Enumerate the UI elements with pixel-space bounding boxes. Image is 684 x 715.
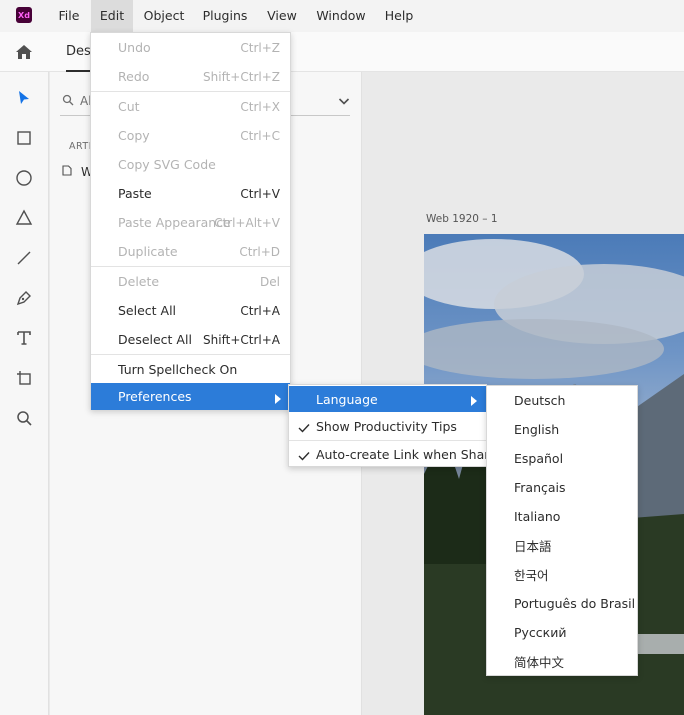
- language-option[interactable]: Deutsch: [487, 386, 637, 415]
- menu-item-select-all[interactable]: Select All Ctrl+A: [91, 296, 290, 325]
- language-option[interactable]: 简体中文: [487, 647, 637, 676]
- text-icon[interactable]: [14, 328, 34, 348]
- preferences-submenu: Language Show Productivity Tips Auto-cre…: [288, 384, 509, 467]
- menu-item-delete[interactable]: Delete Del: [91, 267, 290, 296]
- language-option[interactable]: Русский: [487, 618, 637, 647]
- menu-item-cut[interactable]: Cut Ctrl+X: [91, 92, 290, 121]
- artboard-title[interactable]: Web 1920 – 1: [426, 213, 498, 225]
- menu-help[interactable]: Help: [382, 0, 416, 32]
- submenu-arrow-icon: [471, 394, 477, 409]
- menu-view[interactable]: View: [265, 0, 299, 32]
- language-option[interactable]: 日本語: [487, 531, 637, 560]
- menu-edit[interactable]: Edit: [91, 0, 133, 32]
- submenu-arrow-icon: [275, 392, 281, 407]
- rectangle-icon[interactable]: [14, 128, 34, 148]
- triangle-icon[interactable]: [14, 208, 34, 228]
- menu-window[interactable]: Window: [314, 0, 368, 32]
- menu-object[interactable]: Object: [140, 0, 188, 32]
- menu-item-language[interactable]: Language: [289, 386, 486, 412]
- menu-item-auto-create-link[interactable]: Auto-create Link when Sharing: [289, 441, 509, 467]
- pen-icon[interactable]: [14, 288, 34, 308]
- menu-item-copy[interactable]: Copy Ctrl+C: [91, 121, 290, 150]
- menu-item-productivity-tips[interactable]: Show Productivity Tips: [289, 412, 486, 440]
- menu-item-preferences[interactable]: Preferences: [91, 383, 290, 410]
- language-option[interactable]: English: [487, 415, 637, 444]
- menu-item-copy-svg-code[interactable]: Copy SVG Code: [91, 150, 290, 179]
- edit-menu: Undo Ctrl+Z Redo Shift+Ctrl+Z Cut Ctrl+X Co…: [90, 32, 291, 410]
- menu-item-redo[interactable]: Redo Shift+Ctrl+Z: [91, 62, 290, 91]
- menu-plugins[interactable]: Plugins: [200, 0, 250, 32]
- language-option[interactable]: Português do Brasil: [487, 589, 637, 618]
- select-arrow-icon[interactable]: [14, 88, 34, 108]
- chevron-down-icon[interactable]: [338, 95, 350, 109]
- artboard-icon[interactable]: [14, 368, 34, 388]
- zoom-icon[interactable]: [14, 408, 34, 428]
- menu-bar: Xd File Edit Object Plugins View Window …: [0, 0, 684, 32]
- home-icon[interactable]: [14, 42, 34, 62]
- menu-item-spellcheck[interactable]: Turn Spellcheck On: [91, 355, 290, 384]
- menu-file[interactable]: File: [52, 0, 86, 32]
- language-option[interactable]: Italiano: [487, 502, 637, 531]
- layer-item[interactable]: W: [62, 164, 93, 180]
- search-icon: [62, 94, 74, 109]
- language-option[interactable]: Español: [487, 444, 637, 473]
- ellipse-icon[interactable]: [14, 168, 34, 188]
- section-label-artboards: ARTI: [69, 141, 93, 152]
- language-option[interactable]: 한국어: [487, 560, 637, 589]
- checkmark-icon: [298, 449, 310, 464]
- menu-item-undo[interactable]: Undo Ctrl+Z: [91, 33, 290, 62]
- line-icon[interactable]: [14, 248, 34, 268]
- menu-item-paste[interactable]: Paste Ctrl+V: [91, 179, 290, 208]
- menu-item-paste-appearance[interactable]: Paste Appearance Ctrl+Alt+V: [91, 208, 290, 237]
- artboard-layer-icon: [62, 165, 72, 179]
- language-option[interactable]: Français: [487, 473, 637, 502]
- checkmark-icon: [298, 421, 310, 436]
- menu-item-duplicate[interactable]: Duplicate Ctrl+D: [91, 237, 290, 266]
- language-submenu: Deutsch English Español Français Italian…: [486, 385, 638, 676]
- menu-item-deselect-all[interactable]: Deselect All Shift+Ctrl+A: [91, 325, 290, 354]
- tool-bar: [0, 72, 49, 715]
- app-logo: Xd: [16, 7, 32, 23]
